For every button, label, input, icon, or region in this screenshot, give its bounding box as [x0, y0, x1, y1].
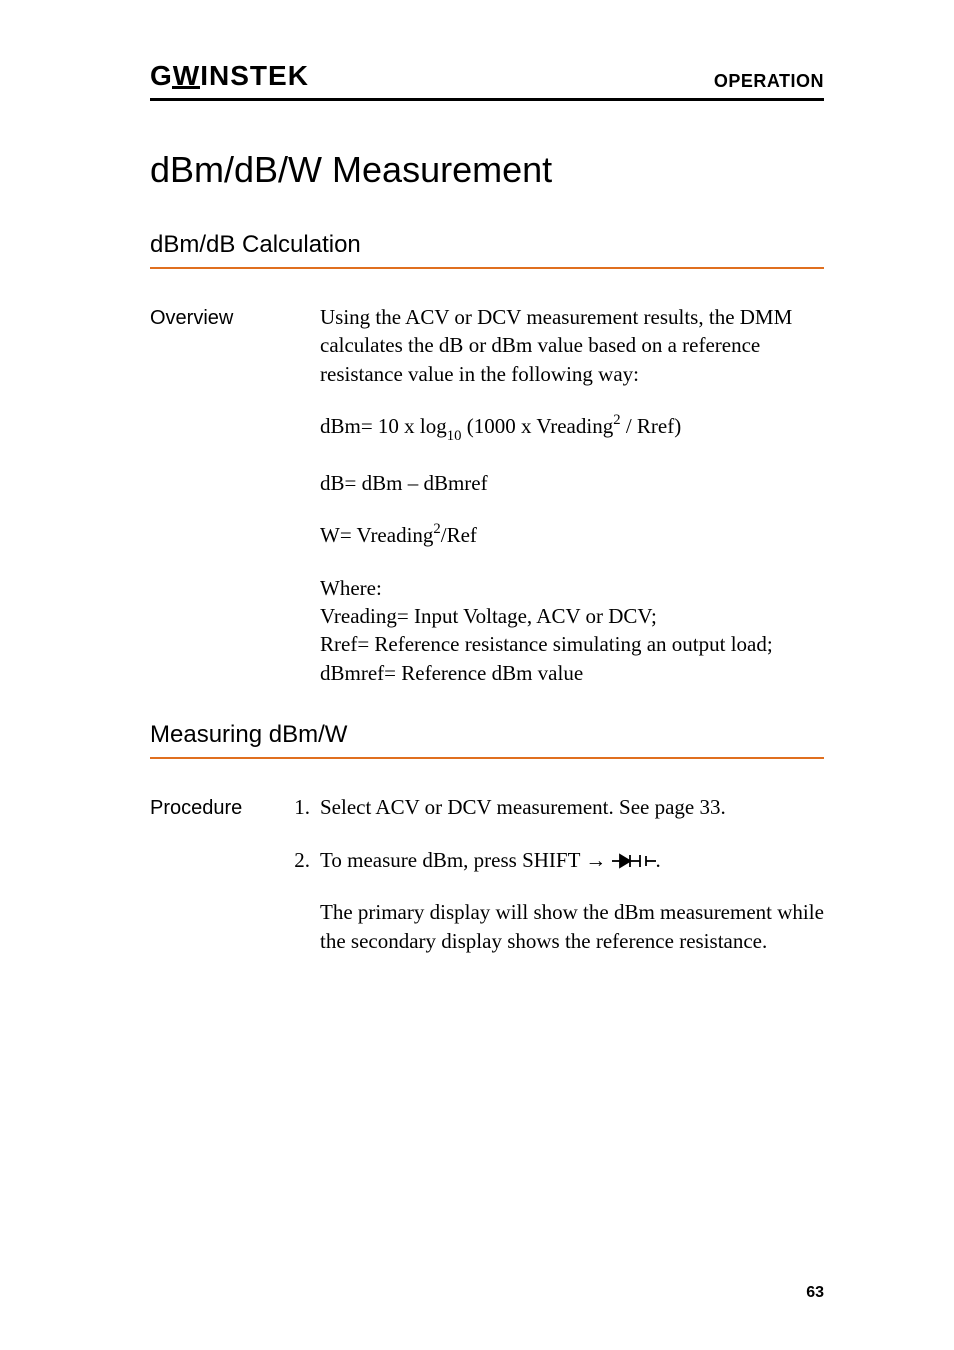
step-number: 2.	[280, 846, 320, 874]
superscript: 2	[433, 521, 440, 537]
diode-capacitor-icon	[612, 848, 656, 876]
logo-letter: E	[268, 60, 287, 92]
step-2-text: To measure dBm, press SHIFT →	[320, 848, 612, 872]
step-1-text: Select ACV or DCV measurement. See page …	[320, 793, 824, 821]
formula-dbm: dBm= 10 x log10 (1000 x Vreading2 / Rref…	[320, 412, 824, 445]
step-2-note: The primary display will show the dBm me…	[320, 898, 824, 955]
formula-w: W= Vreading2/Ref	[320, 521, 824, 549]
formula-text: / Rref)	[621, 414, 682, 438]
logo-letter-underlined: W	[173, 60, 199, 92]
divider	[150, 757, 824, 759]
logo-letter: S	[230, 60, 249, 92]
subheading-measuring: Measuring dBm/W	[150, 721, 824, 753]
logo-letter: I	[200, 60, 208, 92]
formula-db: dB= dBm – dBmref	[320, 469, 824, 497]
overview-label: Overview	[150, 307, 233, 329]
page-number: 63	[806, 1284, 824, 1302]
overview-body: Using the ACV or DCV measurement results…	[320, 303, 824, 388]
procedure-step-2: 2. To measure dBm, press SHIFT →	[150, 846, 824, 955]
where-rref: Rref= Reference resistance simulating an…	[320, 630, 824, 658]
logo-letter: T	[250, 60, 267, 92]
where-block: Where: Vreading= Input Voltage, ACV or D…	[150, 574, 824, 687]
section-label: OPERATION	[714, 71, 824, 92]
logo-letter: N	[209, 60, 229, 92]
subheading-calculation: dBm/dB Calculation	[150, 231, 824, 263]
where-dbmref: dBmref= Reference dBm value	[320, 659, 824, 687]
page-title: dBm/dB/W Measurement	[150, 149, 824, 191]
step-2-post: .	[656, 848, 661, 872]
where-vreading: Vreading= Input Voltage, ACV or DCV;	[320, 602, 824, 630]
brand-logo: GWINSTEK	[150, 60, 308, 92]
formula-text: /Ref	[441, 523, 477, 547]
procedure-label: Procedure	[150, 797, 242, 819]
logo-letter: K	[288, 60, 308, 92]
formula-w-row: W= Vreading2/Ref	[150, 521, 824, 549]
where-heading: Where:	[320, 574, 824, 602]
formula-dbm-row: dBm= 10 x log10 (1000 x Vreading2 / Rref…	[150, 412, 824, 445]
logo-letter: G	[150, 60, 172, 92]
formula-text: W= Vreading	[320, 523, 433, 547]
superscript: 2	[613, 412, 620, 428]
overview-row: Overview Using the ACV or DCV measuremen…	[150, 303, 824, 388]
subscript: 10	[447, 428, 462, 444]
formula-db-row: dB= dBm – dBmref	[150, 469, 824, 497]
page-header: GWINSTEK OPERATION	[150, 60, 824, 101]
formula-text: (1000 x Vreading	[461, 414, 613, 438]
formula-text: dBm= 10 x log	[320, 414, 447, 438]
divider	[150, 267, 824, 269]
procedure-step-1: Procedure 1. Select ACV or DCV measureme…	[150, 793, 824, 822]
step-number: 1.	[280, 793, 320, 821]
